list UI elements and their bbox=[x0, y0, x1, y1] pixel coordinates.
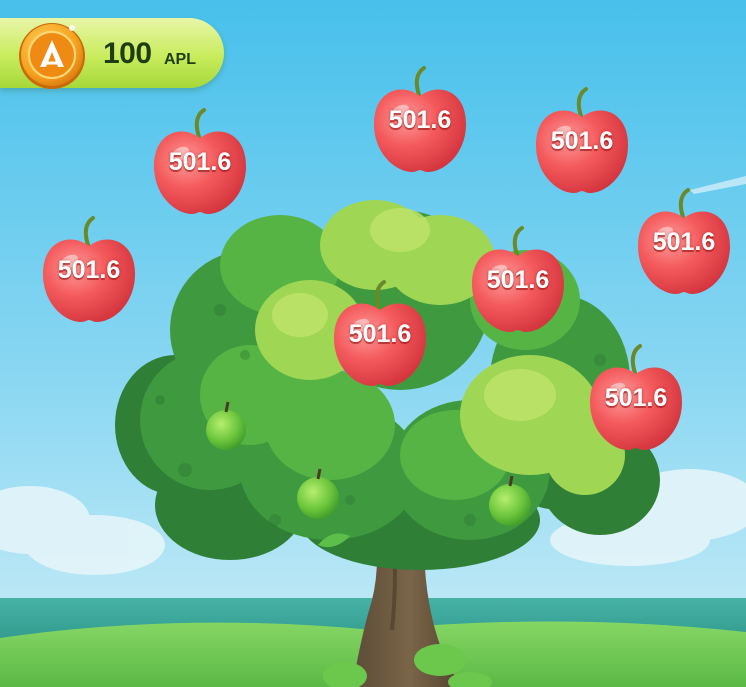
red-apple-5[interactable]: 501.6 bbox=[636, 188, 732, 296]
apple-value: 501.6 bbox=[168, 148, 232, 176]
apple-value: 501.6 bbox=[604, 384, 668, 412]
red-apple-1[interactable]: 501.6 bbox=[152, 108, 248, 216]
apl-coin-icon bbox=[19, 23, 85, 89]
balance-unit: APL bbox=[164, 51, 196, 68]
apple-value: 501.6 bbox=[348, 320, 412, 348]
apple-value: 501.6 bbox=[57, 256, 121, 284]
red-apple-7[interactable]: 501.6 bbox=[332, 280, 428, 388]
balance-display: 100 APL bbox=[0, 18, 224, 89]
red-apple-3[interactable]: 501.6 bbox=[534, 87, 630, 196]
red-apple-6[interactable]: 501.6 bbox=[470, 226, 566, 334]
red-apple-8[interactable]: 501.6 bbox=[588, 344, 684, 452]
apple-value: 501.6 bbox=[486, 266, 550, 294]
apple-value: 501.6 bbox=[652, 228, 716, 256]
apple-value: 501.6 bbox=[550, 127, 614, 155]
red-apple-2[interactable]: 501.6 bbox=[372, 66, 468, 174]
balance-amount: 100 bbox=[103, 37, 152, 70]
red-apple-4[interactable]: 501.6 bbox=[40, 216, 138, 324]
apple-value: 501.6 bbox=[388, 106, 452, 134]
